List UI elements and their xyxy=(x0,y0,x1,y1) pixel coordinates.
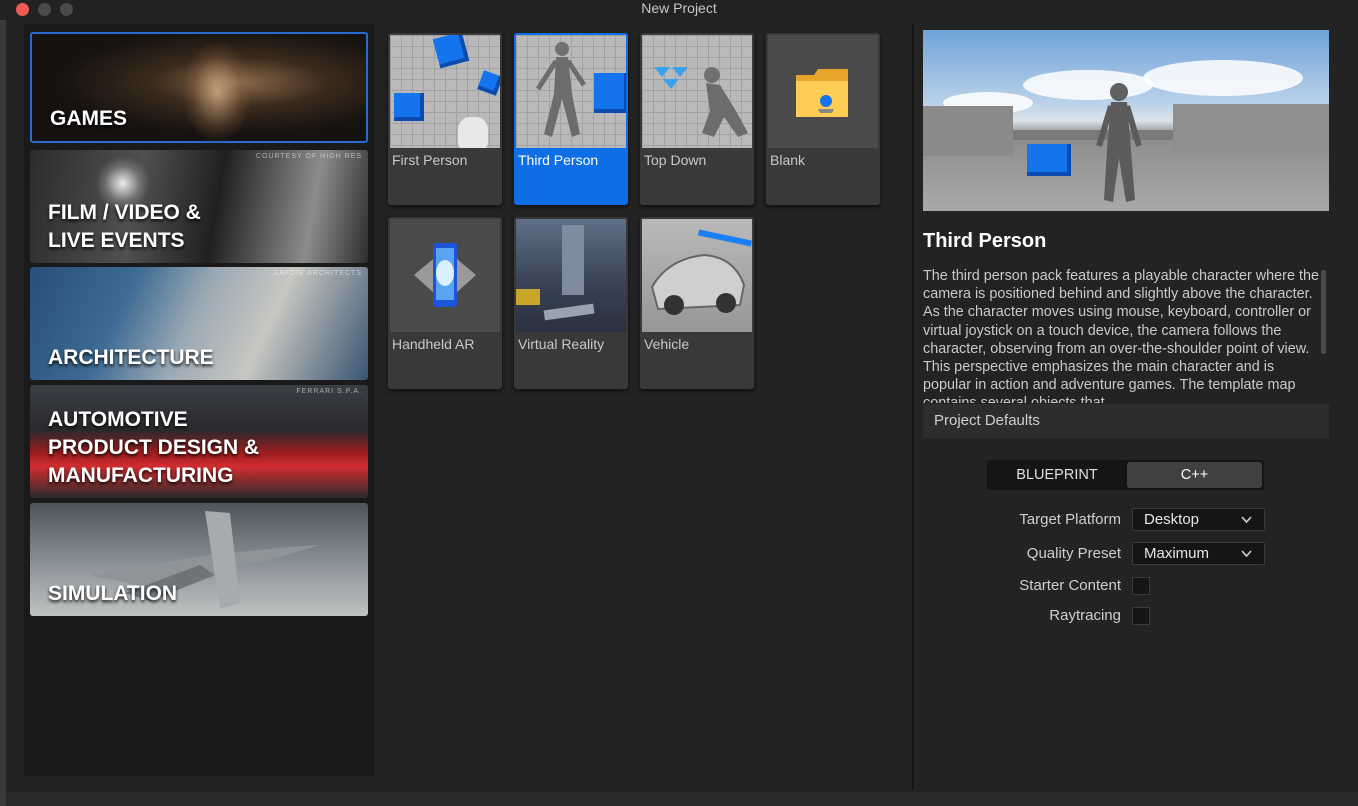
template-blank[interactable]: Blank xyxy=(766,33,880,205)
chevron-down-icon xyxy=(1241,550,1252,558)
template-vehicle[interactable]: Vehicle xyxy=(640,217,754,389)
category-label: ARCHITECTURE xyxy=(48,346,214,369)
quality-preset-dropdown[interactable]: Maximum xyxy=(1132,542,1265,565)
description-scrollbar[interactable] xyxy=(1321,270,1326,354)
quality-preset-label: Quality Preset xyxy=(1026,545,1121,562)
window-title: New Project xyxy=(641,0,717,16)
category-automotive[interactable]: FERRARI S.P.A. AUTOMOTIVE PRODUCT DESIGN… xyxy=(30,385,368,498)
template-label: Virtual Reality xyxy=(518,336,605,352)
category-film-video-live-events[interactable]: COURTESY OF HIGH RES FILM / VIDEO & LIVE… xyxy=(30,150,368,263)
panel-divider xyxy=(912,24,914,790)
category-simulation[interactable]: SIMULATION xyxy=(30,503,368,616)
template-preview-image xyxy=(923,30,1329,211)
top-down-thumbnail xyxy=(642,35,752,148)
window-titlebar: New Project xyxy=(0,0,1358,20)
image-credit: FERRARI S.P.A. xyxy=(296,388,362,395)
games-character-image xyxy=(182,42,252,141)
folder-icon xyxy=(796,69,848,117)
raytracing-checkbox[interactable] xyxy=(1132,607,1150,625)
handheld-ar-thumbnail xyxy=(390,219,500,332)
category-label: SIMULATION xyxy=(48,582,178,605)
category-games[interactable]: GAMES xyxy=(30,32,368,143)
template-label: Third Person xyxy=(518,152,599,168)
third-person-thumbnail xyxy=(516,35,626,148)
image-credit: COURTESY OF HIGH RES xyxy=(255,153,362,160)
template-first-person[interactable]: First Person xyxy=(388,33,502,205)
template-description: The third person pack features a playabl… xyxy=(923,268,1319,403)
starter-content-checkbox[interactable] xyxy=(1132,577,1150,595)
virtual-reality-thumbnail xyxy=(516,219,626,332)
category-label: FILM / VIDEO & LIVE EVENTS xyxy=(48,201,201,252)
template-label: First Person xyxy=(392,152,468,168)
template-title: Third Person xyxy=(923,230,1047,252)
target-platform-value: Desktop xyxy=(1144,511,1200,528)
image-credit: SAFDIE ARCHITECTS xyxy=(273,270,362,277)
raytracing-label: Raytracing xyxy=(1049,607,1121,624)
template-third-person[interactable]: Third Person xyxy=(514,33,628,205)
project-defaults-header[interactable]: Project Defaults xyxy=(923,404,1329,438)
template-handheld-ar[interactable]: Handheld AR xyxy=(388,217,502,389)
chevron-down-icon xyxy=(1241,516,1252,524)
dialog-footer xyxy=(6,792,1358,806)
starter-content-label: Starter Content xyxy=(1019,577,1121,594)
template-label: Handheld AR xyxy=(392,336,475,352)
phone-ar-icon xyxy=(414,243,476,307)
template-label: Vehicle xyxy=(644,336,690,352)
template-virtual-reality[interactable]: Virtual Reality xyxy=(514,217,628,389)
template-top-down[interactable]: Top Down xyxy=(640,33,754,205)
template-label: Top Down xyxy=(644,152,707,168)
category-label: GAMES xyxy=(50,107,128,130)
target-platform-label: Target Platform xyxy=(1019,511,1121,528)
category-label: AUTOMOTIVE PRODUCT DESIGN & MANUFACTURIN… xyxy=(48,408,260,487)
category-architecture[interactable]: SAFDIE ARCHITECTS ARCHITECTURE xyxy=(30,267,368,380)
blueprint-button[interactable]: BLUEPRINT xyxy=(989,462,1125,488)
blank-thumbnail xyxy=(768,35,878,148)
first-person-thumbnail xyxy=(390,35,500,148)
vehicle-thumbnail xyxy=(642,219,752,332)
template-label: Blank xyxy=(770,152,806,168)
language-toggle: BLUEPRINT C++ xyxy=(987,460,1264,490)
cpp-button[interactable]: C++ xyxy=(1127,462,1262,488)
target-platform-dropdown[interactable]: Desktop xyxy=(1132,508,1265,531)
quality-preset-value: Maximum xyxy=(1144,545,1210,562)
